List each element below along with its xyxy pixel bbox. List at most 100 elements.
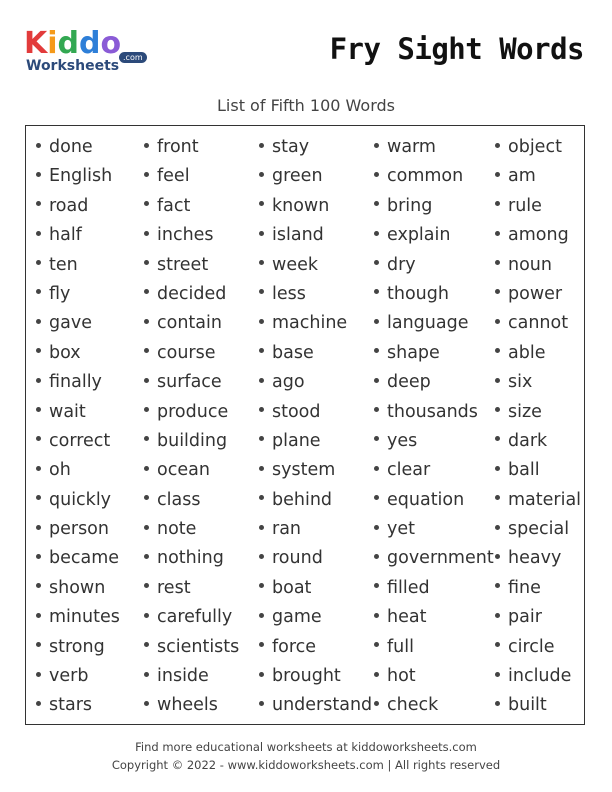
- sight-word: among: [508, 225, 569, 246]
- sight-word: behind: [272, 489, 333, 510]
- sight-word: game: [272, 607, 322, 628]
- bullet-icon: [374, 553, 379, 559]
- sight-word: course: [157, 342, 216, 363]
- sight-word: shape: [387, 342, 440, 363]
- list-item: language: [374, 313, 494, 342]
- bullet-icon: [259, 407, 264, 413]
- bullet-icon: [144, 289, 149, 295]
- bullet-icon: [259, 465, 264, 471]
- bullet-icon: [495, 377, 500, 383]
- word-column: warm common bring explain dry though language s…: [374, 137, 494, 725]
- bullet-icon: [259, 201, 264, 207]
- list-item: strong: [36, 637, 120, 666]
- sight-word: contain: [157, 313, 222, 334]
- sight-word: equation: [387, 489, 465, 510]
- bullet-icon: [374, 495, 379, 501]
- list-item: English: [36, 166, 120, 195]
- brand-logo-suffix: .com: [119, 52, 147, 63]
- sight-word: stay: [272, 137, 310, 157]
- bullet-icon: [144, 407, 149, 413]
- bullet-icon: [36, 642, 41, 648]
- bullet-icon: [259, 348, 264, 354]
- word-column: object am rule among noun power cannot able six s…: [495, 137, 581, 725]
- list-item: deep: [374, 372, 494, 401]
- list-item: dry: [374, 255, 494, 284]
- bullet-icon: [36, 230, 41, 236]
- bullet-icon: [36, 171, 41, 177]
- list-item: fine: [495, 578, 581, 607]
- bullet-icon: [495, 495, 500, 501]
- bullet-icon: [495, 583, 500, 589]
- bullet-icon: [36, 407, 41, 413]
- list-item: fly: [36, 284, 120, 313]
- list-item: oh: [36, 460, 120, 489]
- list-item: street: [144, 255, 239, 284]
- list-item: base: [259, 343, 372, 372]
- list-item: nothing: [144, 548, 239, 577]
- word-list-box: done English road half ten fly gave box finally w…: [25, 125, 585, 725]
- list-item: contain: [144, 313, 239, 342]
- sight-word: verb: [49, 666, 89, 687]
- bullet-icon: [374, 436, 379, 442]
- list-item: dark: [495, 431, 581, 460]
- list-item: hot: [374, 666, 494, 695]
- sight-word: warm: [387, 137, 436, 157]
- bullet-icon: [36, 260, 41, 266]
- bullet-icon: [495, 407, 500, 413]
- list-item: surface: [144, 372, 239, 401]
- list-item: wait: [36, 402, 120, 431]
- sight-word: road: [49, 195, 89, 216]
- bullet-icon: [144, 171, 149, 177]
- list-item: yes: [374, 431, 494, 460]
- sight-word: base: [272, 342, 314, 363]
- sight-word: produce: [157, 401, 229, 422]
- list-item: include: [495, 666, 581, 695]
- sight-word: system: [272, 460, 336, 481]
- sight-word: brought: [272, 666, 341, 687]
- brand-logo-letter: d: [79, 26, 101, 61]
- bullet-icon: [259, 289, 264, 295]
- sight-word: finally: [49, 372, 102, 393]
- list-item: built: [495, 695, 581, 724]
- bullet-icon: [495, 700, 500, 706]
- bullet-icon: [259, 553, 264, 559]
- sight-word: shown: [49, 577, 106, 598]
- word-column: front feel fact inches street decided contain c…: [144, 137, 239, 725]
- list-item: feel: [144, 166, 239, 195]
- bullet-icon: [36, 700, 41, 706]
- list-item: though: [374, 284, 494, 313]
- sight-word: feel: [157, 166, 190, 187]
- bullet-icon: [259, 583, 264, 589]
- bullet-icon: [144, 553, 149, 559]
- sight-word: minutes: [49, 607, 120, 628]
- sight-word: surface: [157, 372, 222, 393]
- list-subtitle: List of Fifth 100 Words: [217, 96, 395, 115]
- list-item: quickly: [36, 490, 120, 519]
- sight-word: able: [508, 342, 546, 363]
- sight-word: built: [508, 695, 547, 716]
- sight-word: power: [508, 283, 563, 304]
- sight-word: boat: [272, 577, 312, 598]
- bullet-icon: [374, 348, 379, 354]
- bullet-icon: [144, 318, 149, 324]
- bullet-icon: [36, 436, 41, 442]
- bullet-icon: [144, 436, 149, 442]
- bullet-icon: [374, 407, 379, 413]
- bullet-icon: [374, 171, 379, 177]
- sight-word: include: [508, 666, 572, 687]
- sight-word: done: [49, 137, 93, 157]
- brand-logo: Kiddo Worksheets .com: [24, 28, 154, 78]
- list-item: warm: [374, 137, 494, 166]
- list-item: island: [259, 225, 372, 254]
- sight-word: quickly: [49, 489, 112, 510]
- sight-word: bring: [387, 195, 433, 216]
- bullet-icon: [495, 524, 500, 530]
- sight-word: special: [508, 519, 570, 540]
- sight-word: cannot: [508, 313, 569, 334]
- sight-word: rule: [508, 195, 542, 216]
- list-item: size: [495, 402, 581, 431]
- bullet-icon: [36, 583, 41, 589]
- sight-word: deep: [387, 372, 431, 393]
- bullet-icon: [374, 260, 379, 266]
- bullet-icon: [36, 289, 41, 295]
